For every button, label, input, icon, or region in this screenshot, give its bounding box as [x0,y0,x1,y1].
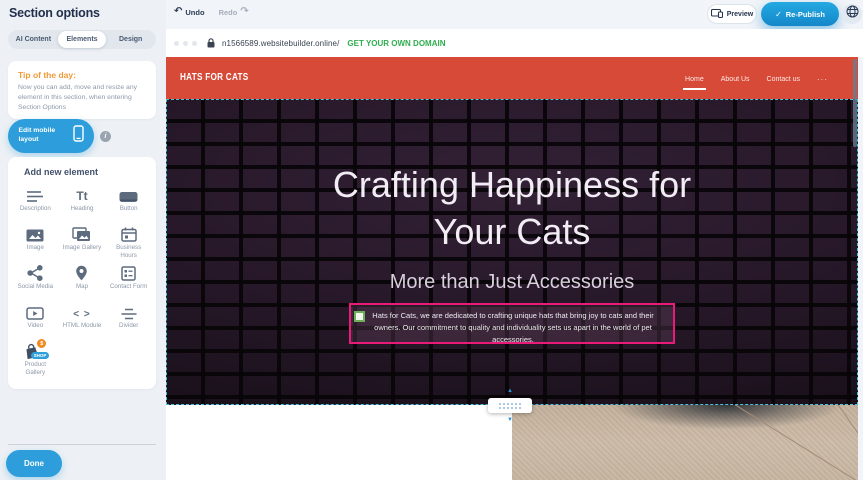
tab-ai-content[interactable]: AI Content [9,31,58,48]
preview-scrollbar[interactable] [853,59,857,147]
devices-icon [711,9,723,20]
done-button[interactable]: Done [6,450,62,477]
nav-home[interactable]: Home [685,76,704,83]
map-pin-icon [75,264,88,281]
top-toolbar: ↶Undo Redo↷ Preview ✓ Re-Publish [166,0,863,29]
business-hours-icon [121,225,137,242]
button-icon [119,186,138,203]
browser-dots [174,41,197,46]
panel-divider [8,444,156,445]
language-globe-button[interactable] [842,4,862,24]
element-grid: Description Tt Heading Button Image [12,186,152,379]
product-gallery-badge-icon: $ [37,339,46,348]
element-contact-form[interactable]: Contact Form [105,264,152,301]
check-icon: ✓ [775,10,782,19]
element-business-hours[interactable]: Business Hours [105,225,152,262]
image-icon [26,225,44,242]
nav-more-icon[interactable]: ··· [817,78,828,82]
nav-contact-us[interactable]: Contact us [767,76,800,83]
tip-body: Now you can add, move and resize any ele… [18,83,146,114]
info-icon[interactable]: i [100,131,111,142]
social-media-icon [27,264,43,281]
element-map[interactable]: Map [59,264,106,301]
tab-elements[interactable]: Elements [58,31,107,48]
element-divider[interactable]: Divider [105,303,152,340]
edit-mobile-layout-label: Edit mobile layout [19,127,67,145]
site-logo[interactable]: HATS FOR CATS [180,72,248,83]
preview-button[interactable]: Preview [707,4,757,24]
description-icon [26,186,44,203]
element-product-gallery[interactable]: $ SHOP Product Gallery [12,342,59,379]
resize-arrow-up-icon: ▲ [507,388,513,394]
phone-icon [73,125,84,147]
element-image-gallery[interactable]: Image Gallery [59,225,106,262]
element-html-module[interactable]: < > HTML Module [59,303,106,340]
resize-handle-dots [499,403,521,409]
browser-dot [183,41,188,46]
preview-gutter [858,57,863,480]
site-nav: Home About Us Contact us ··· [685,76,828,83]
product-gallery-icon: $ SHOP [25,342,45,359]
photo-crack-line [821,405,858,455]
hero-subheading[interactable]: More than Just Accessories [167,271,857,294]
element-video[interactable]: Video [12,303,59,340]
edit-mobile-layout-button[interactable]: Edit mobile layout [8,119,94,153]
shop-badge: SHOP [31,352,50,359]
tip-of-the-day-card: Tip of the day: Now you can add, move an… [8,61,156,119]
element-image[interactable]: Image [12,225,59,262]
redo-button[interactable]: Redo↷ [219,7,249,17]
element-heading[interactable]: Tt Heading [59,186,106,223]
browser-dot [174,41,179,46]
divider-icon [121,303,137,320]
browser-dot [192,41,197,46]
history-controls: ↶Undo Redo↷ [174,7,249,17]
undo-icon: ↶ [174,7,182,17]
website-preview: HATS FOR CATS Home About Us Contact us ·… [166,57,858,480]
panel-title: Section options [9,6,100,20]
globe-icon [846,5,859,23]
hero-heading[interactable]: Crafting Happiness for Your Cats [297,162,727,256]
tip-title: Tip of the day: [18,70,146,80]
contact-form-icon [121,264,136,281]
lock-icon [207,38,215,48]
tab-design[interactable]: Design [106,31,155,48]
nav-about-us[interactable]: About Us [721,76,750,83]
site-url[interactable]: n1566589.websitebuilder.online/ [222,39,339,48]
carpet-photo [512,405,858,480]
element-social-media[interactable]: Social Media [12,264,59,301]
undo-button[interactable]: ↶Undo [174,7,205,17]
element-button[interactable]: Button [105,186,152,223]
element-description[interactable]: Description [12,186,59,223]
add-element-card: Add new element Description Tt Heading B… [8,157,156,389]
redo-icon: ↷ [240,7,248,17]
section-options-panel: Section options AI Content Elements Desi… [0,0,166,480]
site-header: HATS FOR CATS Home About Us Contact us ·… [166,57,858,99]
republish-button[interactable]: ✓ Re-Publish [761,2,839,26]
hero-section-selected[interactable]: Crafting Happiness for Your Cats More th… [166,99,858,405]
heading-icon: Tt [76,186,87,203]
browser-address-bar: n1566589.websitebuilder.online/ GET YOUR… [166,29,863,57]
section-resize-handle[interactable]: ▲ ▼ [488,398,532,413]
resize-arrow-down-icon: ▼ [507,417,513,423]
hero-text-element-selected[interactable]: Hats for Cats, we are dedicated to craft… [349,303,675,344]
photo-crack-line [733,405,858,480]
get-domain-link[interactable]: GET YOUR OWN DOMAIN [347,39,445,48]
element-drag-handle[interactable] [354,311,365,322]
add-element-title: Add new element [24,167,156,177]
hero-body-text: Hats for Cats, we are dedicated to craft… [351,305,673,346]
image-gallery-icon [72,225,91,242]
panel-tabs: AI Content Elements Design [8,30,156,49]
video-icon [26,303,44,320]
html-module-icon: < > [73,303,90,320]
